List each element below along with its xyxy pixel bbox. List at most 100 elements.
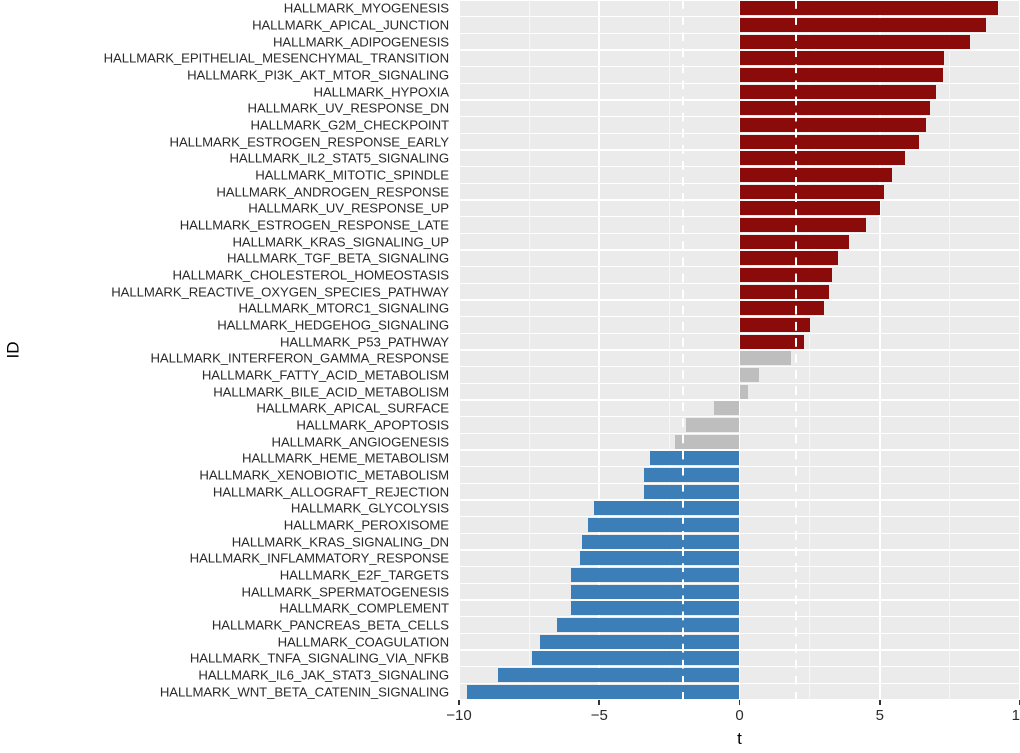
y-axis-tick-label: HALLMARK_TGF_BETA_SIGNALING <box>226 250 449 266</box>
bar <box>649 451 740 466</box>
x-axis-title-text: t <box>737 729 742 748</box>
x-axis-tick-mark <box>598 700 601 705</box>
y-axis-tick-label: HALLMARK_HYPOXIA <box>313 84 450 100</box>
bar <box>739 368 760 382</box>
bar <box>467 684 740 699</box>
bar <box>644 484 740 499</box>
y-axis-tick-label: HALLMARK_XENOBIOTIC_METABOLISM <box>199 467 449 483</box>
y-axis-tick-label: HALLMARK_ANDROGEN_RESPONSE <box>216 184 449 200</box>
x-axis-tick-label: −5 <box>590 707 608 724</box>
y-axis-tick-label: HALLMARK_ESTROGEN_RESPONSE_LATE <box>179 217 449 233</box>
bar <box>739 351 792 366</box>
y-axis-tick-label: HALLMARK_E2F_TARGETS <box>279 567 449 583</box>
y-axis-tick-label: HALLMARK_IL6_JAK_STAT3_SIGNALING <box>198 667 449 683</box>
y-axis-tick-label: HALLMARK_ADIPOGENESIS <box>273 34 449 50</box>
bar <box>739 68 943 82</box>
bar <box>739 84 936 99</box>
gridline-minor-vertical <box>949 0 951 700</box>
bar <box>739 101 931 116</box>
threshold-dashed-line <box>682 0 685 700</box>
bar <box>739 184 884 199</box>
bar <box>644 468 740 482</box>
y-axis-tick-label: HALLMARK_G2M_CHECKPOINT <box>250 117 450 133</box>
bar <box>571 601 740 616</box>
x-axis-tick-label: 5 <box>875 707 884 724</box>
bar <box>686 418 740 432</box>
y-axis-tick-label: HALLMARK_CHOLESTEROL_HOMEOSTASIS <box>172 267 450 283</box>
y-axis-tick-labels: HALLMARK_MYOGENESIS HALLMARK_APICAL_JUNCT… <box>24 0 481 700</box>
y-axis-tick-label: HALLMARK_INTERFERON_GAMMA_RESPONSE <box>150 350 449 366</box>
bar <box>739 284 830 299</box>
y-axis-tick-label: HALLMARK_P53_PATHWAY <box>279 334 449 350</box>
y-axis-title-text: ID <box>3 341 22 359</box>
y-axis-tick-label: HALLMARK_MYOGENESIS <box>283 0 449 16</box>
bar <box>571 568 740 582</box>
y-axis-tick-label: HALLMARK_APICAL_SURFACE <box>256 400 449 416</box>
bar <box>540 634 740 649</box>
bar <box>739 268 833 282</box>
bar <box>557 618 740 632</box>
y-axis-tick-label: HALLMARK_MTORC1_SIGNALING <box>238 300 449 316</box>
gridline-major-vertical <box>458 0 460 700</box>
bar <box>739 384 748 399</box>
x-axis-tick-mark <box>878 700 881 705</box>
bar <box>739 34 970 49</box>
y-axis-tick-label: HALLMARK_HEDGEHOG_SIGNALING <box>217 317 449 333</box>
y-axis-tick-label: HALLMARK_ANGIOGENESIS <box>271 434 450 450</box>
y-axis-tick-label: HALLMARK_REACTIVE_OXYGEN_SPECIES_PATHWAY <box>111 284 449 300</box>
bar <box>593 501 740 516</box>
y-axis-tick-label: HALLMARK_INFLAMMATORY_RESPONSE <box>189 550 449 566</box>
y-axis-tick-label: HALLMARK_IL2_STAT5_SIGNALING <box>229 150 449 166</box>
plot-panel <box>458 0 1020 701</box>
y-axis-tick-label: HALLMARK_SPERMATOGENESIS <box>241 584 450 600</box>
bar <box>739 301 824 316</box>
bar <box>571 584 740 599</box>
bar <box>579 551 740 566</box>
y-axis-tick-label: HALLMARK_PANCREAS_BETA_CELLS <box>211 617 449 633</box>
x-axis-tick-mark <box>458 700 460 705</box>
y-axis-tick-label: HALLMARK_ESTROGEN_RESPONSE_EARLY <box>169 134 450 150</box>
y-axis-tick-label: HALLMARK_PEROXISOME <box>283 517 449 533</box>
bar <box>739 151 905 166</box>
bar <box>582 534 740 549</box>
y-axis-tick-label: HALLMARK_WNT_BETA_CATENIN_SIGNALING <box>159 684 449 700</box>
y-axis-tick-label: HALLMARK_APICAL_JUNCTION <box>252 17 449 33</box>
y-axis-tick-label: HALLMARK_UV_RESPONSE_DN <box>247 100 450 116</box>
bar <box>739 251 838 266</box>
y-axis-tick-label: HALLMARK_KRAS_SIGNALING_DN <box>231 534 449 550</box>
bar <box>739 51 945 66</box>
bar <box>739 318 810 332</box>
bar <box>739 134 920 149</box>
x-axis: −10 −5 0 5 10 <box>446 700 1020 730</box>
y-axis-tick-label: HALLMARK_EPITHELIAL_MESENCHYMAL_TRANSITI… <box>103 50 449 66</box>
bar <box>739 218 866 232</box>
bar <box>498 668 740 682</box>
threshold-dashed-line <box>794 0 797 700</box>
y-axis-title: ID <box>2 0 24 700</box>
bar <box>739 201 880 216</box>
x-axis-tick-label: 0 <box>735 707 744 724</box>
x-axis-tick-mark <box>738 700 741 705</box>
bar <box>714 401 740 416</box>
y-axis-tick-label: HALLMARK_PI3K_AKT_MTOR_SIGNALING <box>187 67 449 83</box>
x-axis-tick-label: −10 <box>446 707 472 724</box>
bar <box>531 651 740 666</box>
gridline-minor-vertical <box>528 0 530 700</box>
gsea-hallmark-barplot: ID HALLMARK_MYOGENESIS HALLMARK_APICAL_JU… <box>0 0 1020 753</box>
bar <box>588 518 740 532</box>
y-axis-tick-label: HALLMARK_FATTY_ACID_METABOLISM <box>201 367 449 383</box>
y-axis-tick-label: HALLMARK_ALLOGRAFT_REJECTION <box>212 484 449 500</box>
bar <box>739 1 998 16</box>
y-axis-tick-label: HALLMARK_KRAS_SIGNALING_UP <box>232 234 449 250</box>
y-axis-tick-label: HALLMARK_MITOTIC_SPINDLE <box>255 167 449 183</box>
y-axis-tick-label: HALLMARK_COAGULATION <box>277 634 450 650</box>
x-axis-title: t <box>459 729 1020 749</box>
y-axis-tick-label: HALLMARK_HEME_METABOLISM <box>242 450 449 466</box>
y-axis-tick-label: HALLMARK_BILE_ACID_METABOLISM <box>213 384 449 400</box>
bar <box>739 168 893 182</box>
y-axis-tick-label: HALLMARK_UV_RESPONSE_UP <box>248 200 449 216</box>
bar <box>739 118 927 132</box>
bar <box>674 434 740 449</box>
y-axis-tick-label: HALLMARK_TNFA_SIGNALING_VIA_NFKB <box>189 650 449 666</box>
y-axis-tick-label: HALLMARK_COMPLEMENT <box>279 600 449 616</box>
